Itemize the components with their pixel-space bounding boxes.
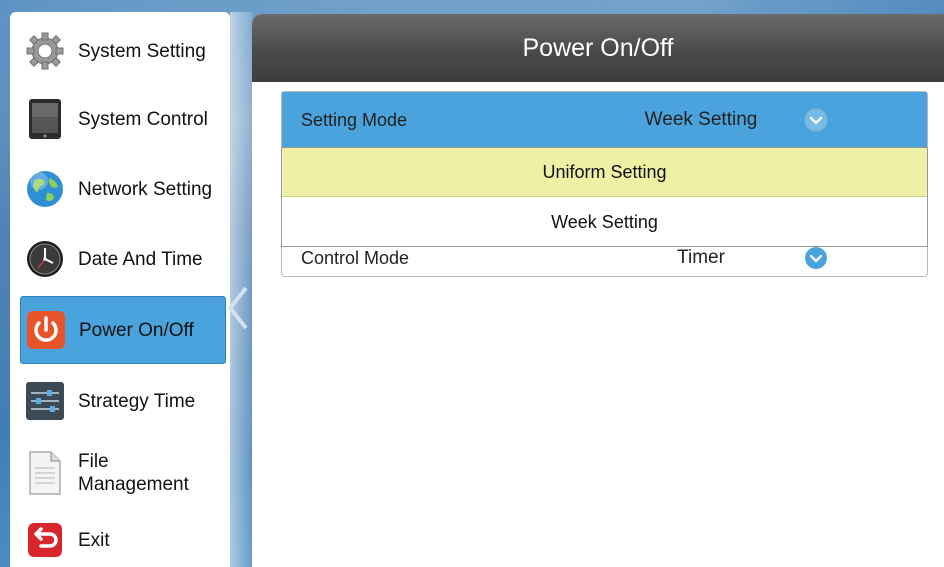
exit-icon: [22, 517, 68, 563]
main-panel: Power On/Off Setting Mode Week Setting C…: [252, 14, 944, 567]
setting-value: Timer: [677, 247, 725, 268]
setting-label: Setting Mode: [301, 109, 408, 130]
sidebar-item-label: Exit: [78, 529, 110, 551]
sidebar-item-date-and-time[interactable]: Date And Time: [20, 226, 226, 292]
sliders-icon: [22, 378, 68, 424]
sidebar-item-label: Strategy Time: [78, 390, 196, 412]
sidebar-item-system-control[interactable]: System Control: [20, 86, 226, 152]
sidebar-item-file-management[interactable]: File Management: [20, 438, 226, 508]
power-icon: [23, 307, 69, 353]
sidebar-item-label: Power On/Off: [79, 319, 194, 341]
chevron-down-icon[interactable]: [804, 246, 828, 270]
sidebar-item-power-on-off[interactable]: Power On/Off: [20, 296, 226, 364]
tablet-icon: [22, 96, 68, 142]
sidebar-item-exit[interactable]: Exit: [20, 512, 226, 567]
label-line: Management: [78, 474, 189, 495]
clock-icon: [22, 236, 68, 282]
sidebar: System Setting System Control Network Se…: [10, 12, 230, 567]
sidebar-item-label: File Management: [78, 450, 189, 496]
page-title: Power On/Off: [252, 14, 944, 82]
setting-row-setting-mode[interactable]: Setting Mode Week Setting: [282, 92, 927, 148]
sidebar-pointer-icon: [227, 286, 248, 330]
dropdown-option-uniform-setting[interactable]: Uniform Setting: [282, 148, 927, 197]
chevron-down-icon[interactable]: [804, 108, 828, 132]
sidebar-item-label: Date And Time: [78, 248, 203, 270]
sidebar-item-label: Network Setting: [78, 178, 213, 200]
setting-label: Control Mode: [301, 247, 410, 268]
sidebar-item-label: System Control: [78, 108, 208, 130]
setting-value: Week Setting: [644, 109, 758, 130]
label-line: File: [78, 451, 109, 472]
dropdown-option-week-setting[interactable]: Week Setting: [282, 198, 927, 247]
sidebar-item-strategy-time[interactable]: Strategy Time: [20, 368, 226, 434]
setting-mode-dropdown: Uniform Setting Week Setting: [281, 147, 928, 247]
document-icon: [22, 450, 68, 496]
sidebar-item-system-setting[interactable]: System Setting: [20, 18, 226, 84]
sidebar-item-label: System Setting: [78, 40, 206, 62]
sidebar-item-network-setting[interactable]: Network Setting: [20, 156, 226, 222]
gear-icon: [22, 28, 68, 74]
globe-icon: [22, 166, 68, 212]
